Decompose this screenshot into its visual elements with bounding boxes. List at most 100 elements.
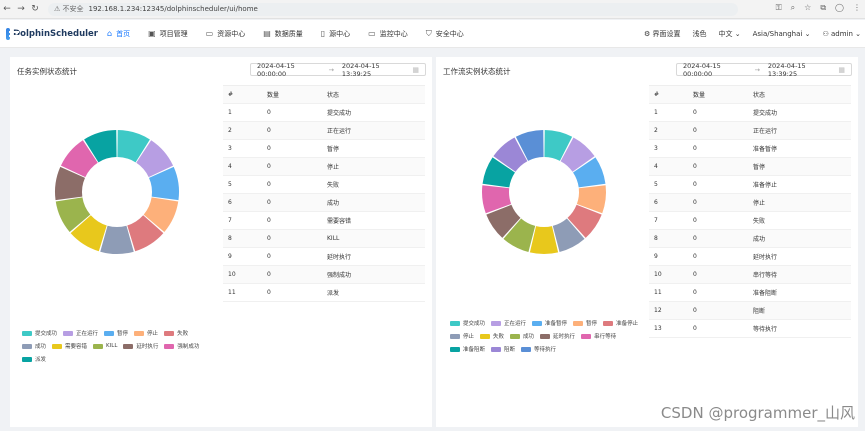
legend-item[interactable]: 阻断: [491, 345, 515, 353]
extensions-icon[interactable]: ⧉: [820, 3, 826, 13]
legend-swatch: [532, 320, 543, 326]
legend-item[interactable]: 派发: [22, 355, 46, 363]
browser-toolbar: ← → ↻ ⚠ 不安全 192.168.1.234:12345/dolphins…: [0, 0, 865, 19]
menu-item-project[interactable]: ▣ 项目管理: [139, 20, 197, 48]
legend-item[interactable]: 提交成功: [450, 319, 485, 327]
status-cell: 暂停: [753, 164, 766, 171]
reload-icon[interactable]: ↻: [28, 4, 42, 14]
legend-item[interactable]: 需要容错: [52, 342, 87, 350]
calendar-icon: ▦: [412, 65, 419, 74]
forward-icon[interactable]: →: [14, 4, 28, 14]
index-cell: 5: [228, 181, 232, 188]
settings-button[interactable]: ⚙ 界面设置: [644, 29, 681, 39]
legend-item[interactable]: 正在运行: [491, 319, 526, 327]
legend-label: 延时执行: [553, 334, 576, 340]
menu-item-security[interactable]: ⛉ 安全中心: [417, 20, 473, 48]
key-icon[interactable]: ⚿: [776, 3, 782, 13]
legend-item[interactable]: 停止: [134, 329, 158, 337]
settings-label: 界面设置: [652, 30, 681, 38]
back-icon[interactable]: ←: [0, 4, 14, 14]
legend-item[interactable]: 准备停止: [603, 319, 638, 327]
legend-item[interactable]: 暂停: [573, 319, 597, 327]
legend-item[interactable]: 强制成功: [164, 342, 199, 350]
legend-item[interactable]: 暂停: [104, 329, 128, 337]
legend-item[interactable]: 延时执行: [123, 342, 158, 350]
calendar-icon: ▦: [838, 65, 845, 74]
legend-item[interactable]: 失败: [480, 332, 504, 340]
menu-label: 安全中心: [435, 29, 464, 38]
count-cell: 0: [267, 235, 271, 242]
task-legend: 提交成功 正在运行 暂停 停止 失败成功 需要容错 KILL 延时执行 强制成功派发: [22, 329, 222, 363]
legend-swatch: [63, 330, 74, 336]
legend-label: 准备停止: [616, 321, 639, 327]
zoom-icon[interactable]: ⌕: [791, 3, 795, 13]
count-cell: 0: [267, 109, 271, 116]
legend-item[interactable]: 串行等待: [581, 332, 616, 340]
legend-swatch: [164, 330, 175, 336]
status-cell: 暂停: [327, 146, 340, 153]
logo-icon: [6, 27, 20, 40]
menu-label: 资源中心: [217, 29, 246, 38]
user-menu[interactable]: ⚇ admin ⌄: [822, 30, 861, 38]
theme-button[interactable]: 浅色: [693, 29, 707, 39]
address-bar[interactable]: ⚠ 不安全 192.168.1.234:12345/dolphinschedul…: [48, 2, 738, 16]
workflow-status-donut: [482, 130, 606, 254]
menu-item-datasource[interactable]: ▯ 源中心: [312, 20, 359, 48]
legend-item[interactable]: 等待执行: [521, 345, 556, 353]
legend-item[interactable]: 提交成功: [22, 329, 57, 337]
legend-item[interactable]: 失败: [164, 329, 188, 337]
status-cell: 串行等待: [753, 272, 778, 279]
project-icon: ▣: [148, 29, 156, 38]
status-cell: 状态: [753, 92, 766, 99]
timezone-label: Asia/Shanghai: [752, 30, 803, 38]
status-cell: 派发: [327, 290, 340, 297]
menu-item-home[interactable]: ⌂ 首页: [98, 20, 139, 48]
table-row: 7 0 失败: [649, 212, 851, 230]
table-row: 10 0 串行等待: [649, 266, 851, 284]
profile-icon[interactable]: ◯: [835, 3, 844, 13]
legend-item[interactable]: KILL: [93, 342, 117, 350]
logo[interactable]: DolphinScheduler: [6, 27, 98, 40]
menu-item-resource[interactable]: ▭ 资源中心: [197, 20, 255, 48]
count-cell: 数量: [693, 92, 706, 99]
legend-swatch: [450, 333, 460, 339]
menu-label: 监控中心: [379, 29, 408, 38]
legend-item[interactable]: 准备阻断: [450, 345, 485, 353]
task-status-donut: [55, 130, 180, 254]
legend-item[interactable]: 成功: [22, 342, 46, 350]
status-cell: 准备停止: [753, 182, 778, 189]
status-cell: 正在运行: [327, 128, 352, 135]
legend-item[interactable]: 延时执行: [540, 332, 575, 340]
legend-item[interactable]: 正在运行: [63, 329, 98, 337]
donut-slice[interactable]: [529, 226, 559, 254]
count-cell: 0: [693, 199, 697, 206]
security-warning[interactable]: ⚠ 不安全: [54, 4, 84, 14]
index-cell: 2: [654, 127, 658, 134]
timezone-select[interactable]: Asia/Shanghai ⌄: [753, 30, 811, 38]
star-icon[interactable]: ☆: [804, 3, 811, 13]
date-range-picker[interactable]: 2024-04-15 00:00:00 → 2024-04-15 13:39:2…: [250, 62, 426, 78]
legend-item[interactable]: 成功: [510, 332, 534, 340]
table-row: 6 0 成功: [223, 194, 425, 212]
table-row: 6 0 停止: [649, 194, 851, 212]
table-row: 2 0 正在运行: [223, 122, 425, 140]
legend-item[interactable]: 停止: [450, 332, 474, 340]
count-cell: 0: [693, 145, 697, 152]
language-select[interactable]: 中文 ⌄: [719, 29, 741, 39]
table-row: 2 0 正在运行: [649, 122, 851, 140]
table-row: 1 0 提交成功: [223, 104, 425, 122]
legend-swatch: [104, 330, 115, 336]
menu-item-monitor[interactable]: ▭ 监控中心: [359, 20, 417, 48]
status-cell: 停止: [327, 164, 340, 171]
count-cell: 0: [267, 181, 271, 188]
shield-icon: ⛉: [425, 28, 432, 38]
menu-item-data-quality[interactable]: ▤ 数据质量: [254, 20, 312, 48]
watermark: CSDN @programmer_山风: [660, 404, 855, 422]
date-range-picker[interactable]: 2024-04-15 00:00:00 → 2024-04-15 13:39:2…: [676, 62, 852, 78]
index-cell: 9: [228, 253, 232, 260]
index-cell: 2: [228, 127, 232, 134]
table-header: # 数量 状态: [649, 86, 851, 104]
legend-item[interactable]: 准备暂停: [532, 319, 567, 327]
count-cell: 数量: [267, 92, 280, 99]
more-icon[interactable]: ⋮: [853, 3, 861, 13]
